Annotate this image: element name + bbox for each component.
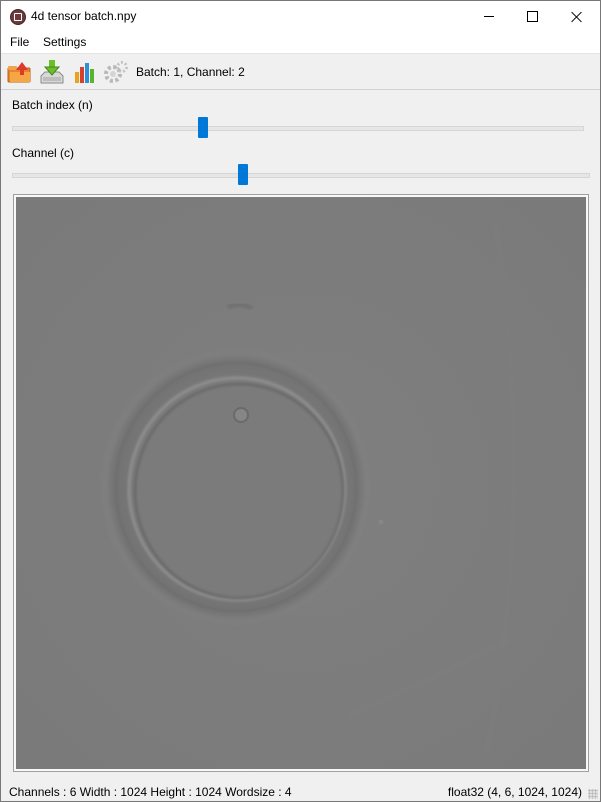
- title-bar[interactable]: 4d tensor batch.npy: [1, 1, 600, 32]
- save-button[interactable]: [38, 58, 66, 86]
- histogram-chart-icon: [75, 63, 94, 83]
- menu-bar: File Settings: [1, 32, 600, 53]
- settings-button[interactable]: [102, 58, 130, 86]
- channel-slider-label: Channel (c): [12, 146, 75, 160]
- batch-slider-label: Batch index (n): [12, 98, 93, 112]
- maximize-icon: [526, 11, 538, 22]
- status-dimensions-text: Channels : 6 Width : 1024 Height : 1024 …: [9, 785, 292, 799]
- save-download-icon: [40, 60, 64, 84]
- maximize-button[interactable]: [509, 1, 555, 32]
- slider-thumb[interactable]: [197, 117, 208, 138]
- menu-file[interactable]: File: [10, 35, 29, 49]
- open-folder-icon: [7, 62, 31, 83]
- open-button[interactable]: [6, 58, 34, 86]
- close-button[interactable]: [554, 1, 600, 32]
- slider-thumb[interactable]: [238, 164, 249, 185]
- tensor-image-view[interactable]: [16, 197, 586, 769]
- app-icon[interactable]: [10, 9, 26, 25]
- histogram-button[interactable]: [71, 58, 99, 86]
- minimize-button[interactable]: [466, 1, 512, 32]
- status-bar: Channels : 6 Width : 1024 Height : 1024 …: [1, 781, 600, 801]
- close-icon: [571, 11, 583, 23]
- batch-index-slider[interactable]: [12, 117, 584, 139]
- toolbar-status-text: Batch: 1, Channel: 2: [136, 65, 245, 79]
- image-panel: [13, 194, 589, 772]
- resize-grip-icon[interactable]: [588, 789, 598, 799]
- menu-settings[interactable]: Settings: [43, 35, 86, 49]
- slider-track[interactable]: [12, 173, 590, 178]
- gear-icon: [104, 61, 128, 83]
- status-dtype-shape-text: float32 (4, 6, 1024, 1024): [447, 785, 582, 799]
- cell-image: [16, 197, 586, 769]
- app-window: 4d tensor batch.npy File Settings Batch:…: [0, 0, 601, 802]
- minimize-icon: [484, 16, 494, 17]
- window-title: 4d tensor batch.npy: [31, 9, 137, 23]
- toolbar: Batch: 1, Channel: 2: [1, 53, 600, 90]
- slider-track[interactable]: [12, 126, 584, 131]
- channel-slider[interactable]: [12, 164, 590, 186]
